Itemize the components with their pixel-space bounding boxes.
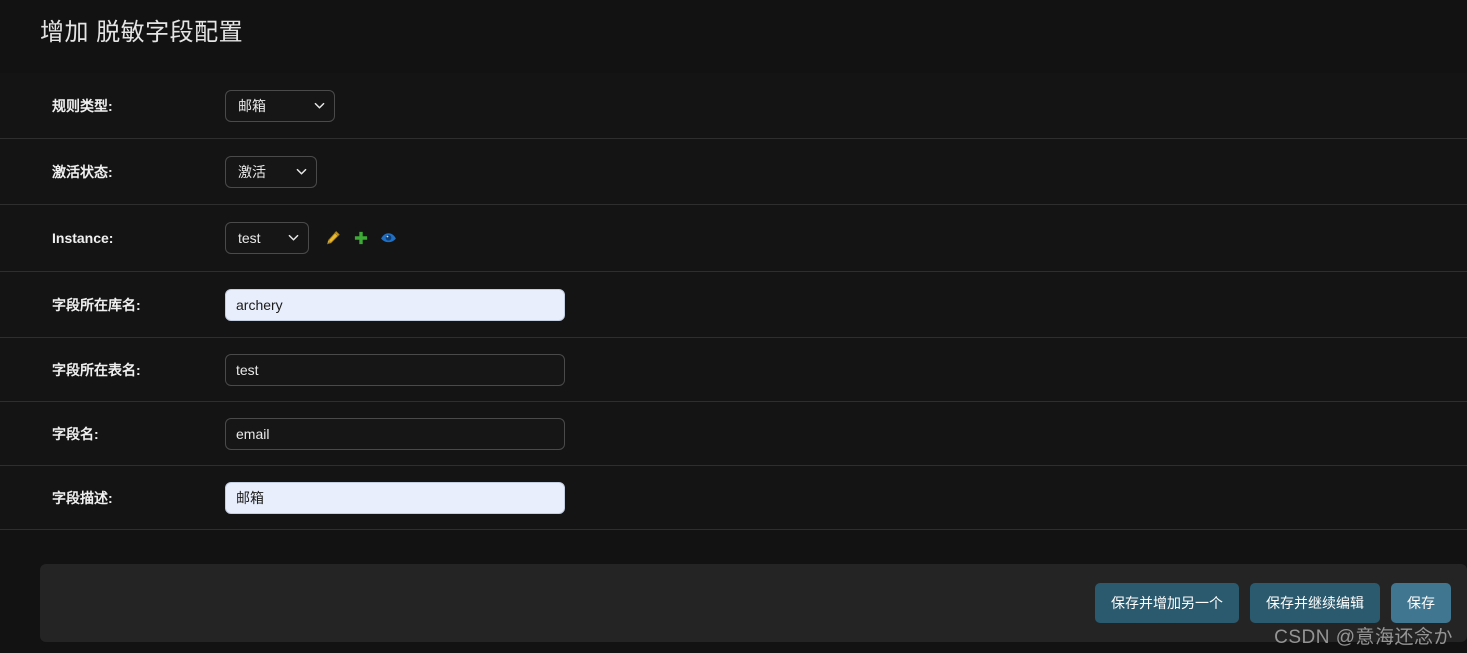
- chevron-down-icon: [296, 166, 307, 177]
- select-active-status-value: 激活: [238, 163, 266, 180]
- form-row-field-desc: 字段描述:: [0, 466, 1467, 530]
- label-db-name: 字段所在库名:: [52, 296, 141, 313]
- form-row-rule-type: 规则类型: 邮箱: [0, 73, 1467, 139]
- field-field-name: [225, 417, 565, 450]
- save-and-add-another-button[interactable]: 保存并增加另一个: [1095, 583, 1239, 623]
- form-row-instance: Instance: test: [0, 205, 1467, 272]
- input-table-name[interactable]: [225, 353, 565, 386]
- field-table-name: [225, 353, 565, 386]
- label-table-name: 字段所在表名:: [52, 361, 141, 378]
- form-row-active-status: 激活状态: 激活: [0, 139, 1467, 205]
- label-field-name: 字段名:: [52, 425, 99, 442]
- select-instance-value: test: [238, 230, 261, 246]
- chevron-down-icon: [288, 232, 299, 243]
- save-and-continue-editing-button[interactable]: 保存并继续编辑: [1250, 583, 1380, 623]
- label-field-desc: 字段描述:: [52, 489, 113, 506]
- input-db-name[interactable]: [225, 288, 565, 321]
- field-rule-type: 邮箱: [225, 89, 335, 122]
- instance-action-icons: [324, 230, 397, 247]
- input-field-name[interactable]: [225, 417, 565, 450]
- label-rule-type: 规则类型:: [52, 97, 113, 114]
- select-instance[interactable]: test: [225, 222, 309, 254]
- field-field-desc: [225, 481, 565, 514]
- select-rule-type[interactable]: 邮箱: [225, 89, 335, 122]
- input-field-desc[interactable]: [225, 481, 565, 514]
- field-db-name: [225, 288, 565, 321]
- field-instance: test: [225, 222, 397, 254]
- label-instance: Instance:: [52, 230, 114, 246]
- add-plus-icon[interactable]: [352, 230, 369, 247]
- save-button[interactable]: 保存: [1391, 583, 1451, 623]
- field-active-status: 激活: [225, 155, 317, 188]
- label-active-status: 激活状态:: [52, 163, 113, 180]
- submit-button-group: 保存并增加另一个 保存并继续编辑 保存: [1095, 583, 1451, 623]
- edit-pencil-icon[interactable]: [324, 230, 341, 247]
- masking-field-form: 规则类型: 邮箱 激活状态: 激活 Instance: test 字段所在库名:…: [0, 73, 1467, 530]
- form-row-field-name: 字段名:: [0, 402, 1467, 466]
- admin-add-form-page: 增加 脱敏字段配置 规则类型: 邮箱 激活状态: 激活 Instance: te…: [0, 0, 1467, 653]
- page-title: 增加 脱敏字段配置: [40, 19, 244, 46]
- form-row-db-name: 字段所在库名:: [0, 272, 1467, 338]
- view-eye-icon[interactable]: [380, 230, 397, 247]
- submit-row: 保存并增加另一个 保存并继续编辑 保存: [40, 564, 1467, 642]
- select-rule-type-value: 邮箱: [238, 97, 266, 114]
- select-active-status[interactable]: 激活: [225, 155, 317, 188]
- chevron-down-icon: [314, 100, 325, 111]
- form-row-table-name: 字段所在表名:: [0, 338, 1467, 402]
